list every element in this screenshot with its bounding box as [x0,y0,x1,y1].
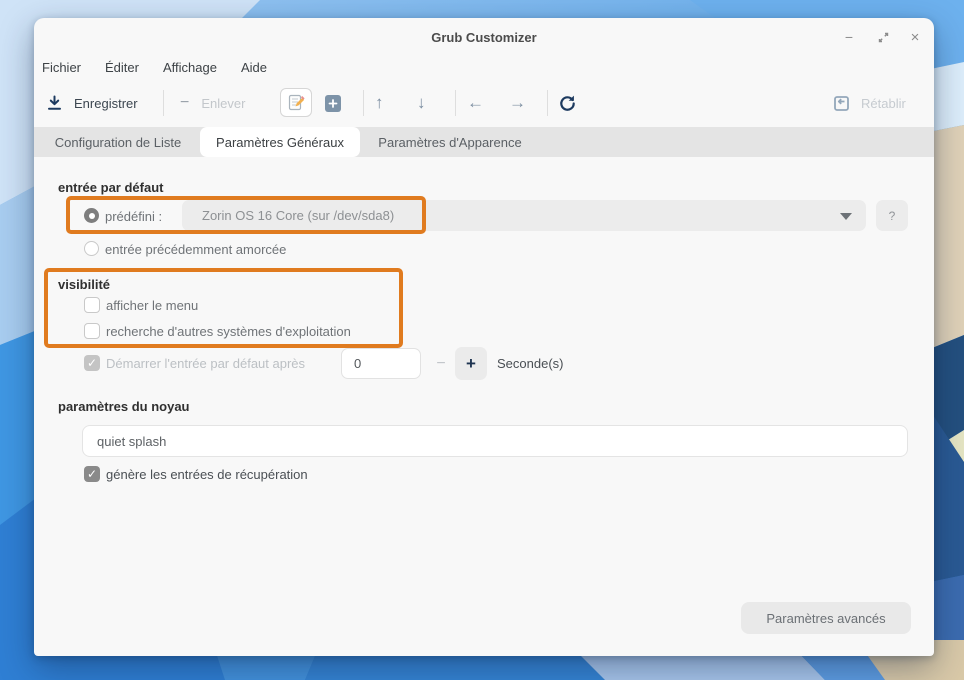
close-icon: × [911,29,920,46]
previously-booted-label: entrée précédemment amorcée [105,242,286,257]
grub-customizer-window: Grub Customizer − × Fichier Éditer Affic… [34,18,934,656]
arrow-up-icon: ↑ [375,93,384,113]
kernel-params-input[interactable] [82,425,908,457]
chevron-down-icon [840,213,852,220]
annotation-box-visibility [44,268,403,348]
revert-icon [833,95,850,112]
remove-button: − Enlever [180,86,245,120]
window-title: Grub Customizer [34,30,934,45]
toolbar-separator [163,90,164,116]
new-document-icon [324,94,342,113]
arrow-down-icon: ↓ [417,93,426,113]
check-icon: ✓ [87,467,97,481]
maximize-button[interactable] [872,28,894,46]
save-icon [47,95,62,111]
help-button[interactable]: ? [876,200,908,231]
timeout-label: Démarrer l'entrée par défaut après [106,356,305,371]
menu-fichier[interactable]: Fichier [42,60,81,78]
close-button[interactable]: × [904,28,926,46]
timeout-value-input[interactable] [341,348,421,379]
timeout-unit-label: Seconde(s) [497,356,563,371]
revert-button: Rétablir [833,86,906,120]
toolbar-separator [455,90,456,116]
plus-icon: + [466,354,476,374]
recovery-entries-checkbox[interactable]: ✓ [84,466,100,482]
move-right-button: → [509,86,526,120]
tab-configuration-de-liste[interactable]: Configuration de Liste [40,127,196,157]
edit-pencil-icon [288,94,305,111]
arrow-left-icon: ← [467,93,484,113]
tabstrip: Configuration de Liste Paramètres Généra… [34,127,934,157]
tab-parametres-apparence[interactable]: Paramètres d'Apparence [364,127,536,157]
menubar: Fichier Éditer Affichage Aide [42,60,267,78]
maximize-icon [877,31,890,44]
move-left-button: ← [467,86,484,120]
move-down-button: ↓ [417,86,426,120]
default-entry-header: entrée par défaut [58,180,163,195]
minimize-icon: − [845,29,853,45]
toolbar-separator [363,90,364,116]
recovery-entries-label: génère les entrées de récupération [106,467,308,482]
revert-label: Rétablir [861,96,906,111]
save-label: Enregistrer [74,96,138,111]
tab-parametres-generaux[interactable]: Paramètres Généraux [200,127,360,157]
toolbar: Enregistrer − Enlever [34,86,934,120]
new-entry-button[interactable] [324,86,342,120]
reload-button[interactable] [558,86,577,120]
previously-booted-radio[interactable] [84,241,99,256]
help-icon: ? [889,209,896,223]
desktop: Grub Customizer − × Fichier Éditer Affic… [0,0,964,680]
check-icon: ✓ [87,356,97,370]
kernel-params-header: paramètres du noyau [58,399,190,414]
minus-icon: − [436,355,445,373]
minimize-button[interactable]: − [838,28,860,46]
titlebar: Grub Customizer − × [34,18,934,52]
annotation-box-default-entry [66,196,426,234]
advanced-settings-button[interactable]: Paramètres avancés [741,602,911,634]
save-button[interactable]: Enregistrer [47,86,138,120]
refresh-icon [558,94,577,113]
menu-aide[interactable]: Aide [241,60,267,78]
remove-label: Enlever [201,96,245,111]
timeout-increment-button[interactable]: + [455,347,487,380]
arrow-right-icon: → [509,93,526,113]
edit-entry-button[interactable] [280,88,312,117]
remove-icon: − [180,94,189,112]
move-up-button: ↑ [375,86,384,120]
toolbar-separator [547,90,548,116]
timeout-checkbox: ✓ [84,355,100,371]
menu-affichage[interactable]: Affichage [163,60,217,78]
menu-editer[interactable]: Éditer [105,60,139,78]
timeout-decrement-button: − [431,348,451,379]
